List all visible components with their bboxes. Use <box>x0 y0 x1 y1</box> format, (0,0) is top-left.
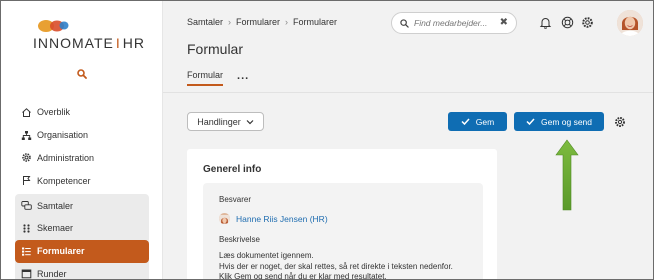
calendar-icon <box>21 268 32 279</box>
sidebar-nav: Overblik Organisation Administration Kom… <box>15 101 149 279</box>
sidebar-item-label: Overblik <box>37 107 71 118</box>
general-info-panel: Besvarer Hanne Riis Jensen (HR) Beskrive… <box>203 183 483 280</box>
sidebar-item-label: Samtaler <box>37 200 74 211</box>
card-title: Generel info <box>203 164 262 175</box>
general-info-card: Generel info Besvarer Hanne Riis Jensen … <box>187 149 497 280</box>
flag-icon <box>21 175 32 186</box>
actions-dropdown[interactable]: Handlinger <box>187 112 264 131</box>
gear-icon <box>21 152 32 163</box>
main-area: Samtaler › Formularer › Formularer ✖ <box>163 1 653 280</box>
respondent-avatar <box>219 213 230 224</box>
org-chart-icon <box>21 130 32 141</box>
chevron-right-icon: › <box>285 17 289 27</box>
save-and-send-button[interactable]: Gem og send <box>514 112 604 131</box>
breadcrumb-item[interactable]: Samtaler <box>187 17 223 27</box>
chevron-right-icon: › <box>228 17 232 27</box>
sidebar-item-skemaer[interactable]: Skemaer <box>15 217 149 240</box>
app-window: INNOMATE I HR Overblik Organisation Admi… <box>0 0 654 280</box>
page-header: Samtaler › Formularer › Formularer ✖ <box>163 1 653 93</box>
respondent-photo <box>219 215 230 224</box>
form-settings-gear-icon[interactable] <box>614 116 626 128</box>
breadcrumb-item[interactable]: Formularer <box>293 17 337 27</box>
employee-search: ✖ <box>391 12 517 34</box>
settings-gear-icon[interactable] <box>581 16 594 29</box>
sidebar-item-kompetencer[interactable]: Kompetencer <box>15 169 149 192</box>
sidebar-item-formularer[interactable]: Formularer <box>15 239 149 263</box>
green-up-arrow-annotation <box>555 139 579 211</box>
sidebar-item-label: Administration <box>37 152 95 163</box>
grid-dots-icon <box>21 223 32 234</box>
logo-separator: I <box>115 35 121 51</box>
description-line: Hvis der er noget, der skal rettes, så r… <box>219 261 453 271</box>
save-button-label: Gem <box>475 116 495 127</box>
form-list-icon <box>21 246 32 257</box>
actions-dropdown-label: Handlinger <box>197 116 241 127</box>
sidebar-subnav: Skemaer Formularer Runder <box>15 216 149 279</box>
tab-bar: Formular ... <box>187 70 249 86</box>
help-lifebuoy-icon[interactable] <box>561 16 574 29</box>
logo-text-left: INNOMATE <box>33 35 114 51</box>
logo-text-right: HR <box>122 35 145 51</box>
sidebar-item-runder[interactable]: Runder <box>15 263 149 279</box>
chevron-down-icon <box>246 119 254 124</box>
more-tabs-button[interactable]: ... <box>237 70 249 86</box>
user-photo <box>617 10 643 36</box>
content-area: Handlinger Gem Gem og send Generel info … <box>163 93 653 280</box>
respondent-name-link[interactable]: Hanne Riis Jensen (HR) <box>236 214 328 224</box>
sidebar-item-label: Formularer <box>37 246 85 257</box>
chat-bubbles-icon <box>21 200 32 211</box>
description-label: Beskrivelse <box>219 235 260 244</box>
clear-search-icon[interactable]: ✖ <box>500 18 508 28</box>
checkmark-icon <box>526 118 535 125</box>
tab-formular[interactable]: Formular <box>187 70 224 86</box>
breadcrumb-item[interactable]: Formularer <box>236 17 280 27</box>
breadcrumb: Samtaler › Formularer › Formularer <box>187 17 337 27</box>
description-text: Læs dokumentet igennem. Hvis der er noge… <box>219 251 453 280</box>
sidebar-item-organisation[interactable]: Organisation <box>15 124 149 147</box>
search-input[interactable] <box>414 18 496 28</box>
user-avatar[interactable] <box>617 10 643 36</box>
save-button[interactable]: Gem <box>448 112 507 131</box>
respondent-label: Besvarer <box>219 195 252 204</box>
description-line: Læs dokumentet igennem. <box>219 251 314 260</box>
description-line: Klik Gem og send når du er klar med resu… <box>219 272 387 280</box>
sidebar-item-administration[interactable]: Administration <box>15 147 149 170</box>
sidebar-item-label: Skemaer <box>37 223 74 234</box>
sidebar-item-label: Runder <box>37 268 67 279</box>
sidebar-item-overblik[interactable]: Overblik <box>15 101 149 124</box>
page-title: Formular <box>187 41 244 57</box>
bell-icon[interactable] <box>539 16 552 29</box>
sidebar-item-samtaler[interactable]: Samtaler <box>15 194 149 217</box>
checkmark-icon <box>461 118 470 125</box>
sidebar-item-label: Organisation <box>37 130 89 141</box>
save-and-send-label: Gem og send <box>540 116 593 127</box>
search-icon[interactable] <box>77 69 87 79</box>
home-icon <box>21 107 32 118</box>
logo-mark-icon <box>38 20 69 32</box>
respondent: Hanne Riis Jensen (HR) <box>219 213 328 224</box>
sidebar-item-label: Kompetencer <box>37 175 91 186</box>
sidebar: INNOMATE I HR Overblik Organisation Admi… <box>1 1 163 279</box>
search-icon <box>400 18 409 28</box>
